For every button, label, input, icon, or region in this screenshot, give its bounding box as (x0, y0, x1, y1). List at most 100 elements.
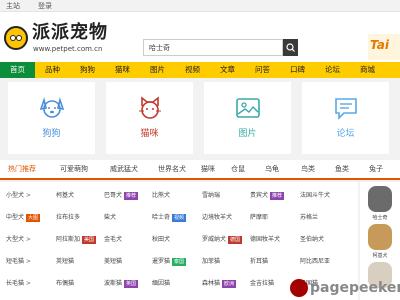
nav-item-videos[interactable]: 视频 (175, 62, 210, 78)
breed-link[interactable]: 加菲猫 (202, 252, 220, 271)
watermark-text: pagepeeker (310, 280, 400, 296)
brand-name[interactable]: 派派宠物 (32, 22, 108, 44)
main-site-link[interactable]: 主站 (6, 0, 20, 12)
breed-link[interactable]: 罗威纳犬 德国 (202, 230, 243, 249)
category-cards: 狗狗 猫咪 图片 论坛 (0, 82, 400, 154)
breed-name: 巴哥犬 (104, 192, 123, 199)
card-dogs[interactable]: 狗狗 (8, 82, 95, 154)
breed-link[interactable]: 拉布拉多 (56, 208, 80, 227)
logo-eye-right (16, 35, 22, 41)
breed-link[interactable]: 苏格兰 (300, 208, 318, 227)
nav-item-shop[interactable]: 商城 (350, 62, 385, 78)
breed-link[interactable]: 边境牧羊犬 (202, 208, 232, 227)
breed-link[interactable]: 缅因猫 (152, 274, 170, 293)
breed-link[interactable]: 巴哥犬 推荐 (104, 186, 139, 205)
breed-link[interactable]: 哈士奇 视频 (152, 208, 187, 227)
breed-name: 阿拉斯加 (56, 236, 81, 243)
breed-link[interactable]: 美短猫 (104, 252, 122, 271)
row-category-label: 短毛猫 (6, 258, 25, 265)
breed-name: 贵宾犬 (250, 192, 269, 199)
breed-tag: 英国 (124, 279, 139, 288)
card-cats[interactable]: 猫咪 (106, 82, 193, 154)
breed-link[interactable]: 阿拉斯加 美国 (56, 230, 97, 249)
card-forum[interactable]: 论坛 (302, 82, 389, 154)
tab-hamsters[interactable]: 仓鼠 (226, 160, 250, 178)
breed-link[interactable]: 贵宾犬 推荐 (250, 186, 285, 205)
breed-tag: 美国 (82, 235, 97, 244)
search-button[interactable] (283, 39, 298, 56)
tab-turtles[interactable]: 乌龟 (260, 160, 284, 178)
breed-tag: 泰国 (172, 257, 187, 266)
pet-caption[interactable]: 哈士奇 (360, 214, 400, 221)
header: 派派宠物 www.petpet.com.cn Tai (0, 12, 400, 62)
picture-icon (236, 98, 260, 118)
breed-link[interactable]: 折耳猫 (250, 252, 268, 271)
nav-item-reviews[interactable]: 口碑 (280, 62, 315, 78)
breed-link[interactable]: 英短猫 (56, 252, 74, 271)
breed-link[interactable]: 暹罗猫 泰国 (152, 252, 187, 271)
category-tag: 大图 (26, 213, 41, 222)
breed-link[interactable]: 德国牧羊犬 (250, 230, 280, 249)
row-category[interactable]: 大型犬 > (6, 230, 31, 249)
breed-link[interactable]: 萨摩耶 (250, 208, 268, 227)
card-cats-label: 猫咪 (140, 129, 159, 139)
chevron-right-icon: > (24, 236, 31, 243)
breed-link[interactable]: 雪纳瑞 (202, 186, 220, 205)
main-nav: 首页 品种 狗狗 猫咪 图片 视频 文章 问答 口碑 论坛 商城 (0, 62, 400, 78)
tab-fish[interactable]: 鱼类 (330, 160, 354, 178)
dog-icon (39, 97, 65, 118)
pet-caption[interactable]: 柯基犬 (360, 252, 400, 259)
pet-photo[interactable] (368, 186, 392, 212)
breed-tag: 推荐 (270, 191, 285, 200)
breed-link[interactable]: 波斯猫 英国 (104, 274, 139, 293)
nav-item-home[interactable]: 首页 (0, 62, 35, 78)
logo-icon[interactable] (4, 26, 28, 50)
search-input[interactable] (143, 39, 283, 56)
tab-hot[interactable]: 热门推荐 (0, 160, 44, 178)
brand-domain: www.petpet.com.cn (33, 45, 103, 53)
tab-rabbits[interactable]: 兔子 (364, 160, 388, 178)
tab-cats[interactable]: 猫咪 (196, 160, 220, 178)
table-row: 小型犬 > 柯基犬 巴哥犬 推荐 比熊犬 雪纳瑞 贵宾犬 推荐 法国斗牛犬 (0, 186, 358, 205)
breed-tag: 德国 (228, 235, 243, 244)
breed-link[interactable]: 秋田犬 (152, 230, 170, 249)
breed-link[interactable]: 法国斗牛犬 (300, 186, 330, 205)
nav-item-pictures[interactable]: 图片 (140, 62, 175, 78)
breed-link[interactable]: 圣伯纳犬 (300, 230, 324, 249)
breed-tabs: 热门推荐 可爱萌狗 威武猛犬 世界名犬 猫咪 仓鼠 乌龟 鸟类 鱼类 兔子 (0, 160, 400, 180)
tab-cute-dogs[interactable]: 可爱萌狗 (50, 160, 98, 178)
row-category[interactable]: 短毛猫 > (6, 252, 31, 271)
breed-link[interactable]: 金毛犬 (104, 230, 122, 249)
top-utility-bar: 主站 登录 (0, 0, 400, 12)
row-category[interactable]: 中型犬 大图 (6, 208, 41, 227)
nav-item-breeds[interactable]: 品种 (35, 62, 70, 78)
nav-item-cats[interactable]: 猫咪 (105, 62, 140, 78)
breed-link[interactable]: 布偶猫 (56, 274, 74, 293)
card-dogs-label: 狗狗 (42, 129, 61, 139)
tab-famous-dogs[interactable]: 世界名犬 (148, 160, 196, 178)
tab-birds[interactable]: 鸟类 (296, 160, 320, 178)
nav-item-forum[interactable]: 论坛 (315, 62, 350, 78)
row-category-label: 中型犬 (6, 214, 25, 221)
breed-link[interactable]: 比熊犬 (152, 186, 170, 205)
nav-item-articles[interactable]: 文章 (210, 62, 245, 78)
row-category-label: 长毛猫 (6, 280, 25, 287)
pagepeeker-logo-icon (290, 279, 308, 297)
tab-fierce-dogs[interactable]: 威武猛犬 (100, 160, 148, 178)
row-category[interactable]: 小型犬 > (6, 186, 31, 205)
nav-item-dogs[interactable]: 狗狗 (70, 62, 105, 78)
cat-icon (139, 96, 161, 119)
card-pictures[interactable]: 图片 (204, 82, 291, 154)
breed-link[interactable]: 森林猫 欧洲 (202, 274, 237, 293)
breed-link[interactable]: 金吉拉猫 (250, 274, 274, 293)
pet-photo[interactable] (368, 224, 392, 250)
forum-icon (335, 98, 357, 120)
row-category[interactable]: 长毛猫 > (6, 274, 31, 293)
login-link[interactable]: 登录 (38, 0, 52, 12)
promo-banner-text: Tai (370, 38, 389, 52)
breed-link[interactable]: 柴犬 (104, 208, 116, 227)
breed-link[interactable]: 阿比西尼亚 (300, 252, 330, 271)
promo-banner[interactable]: Tai (368, 34, 400, 60)
nav-item-qa[interactable]: 问答 (245, 62, 280, 78)
breed-link[interactable]: 柯基犬 (56, 186, 74, 205)
